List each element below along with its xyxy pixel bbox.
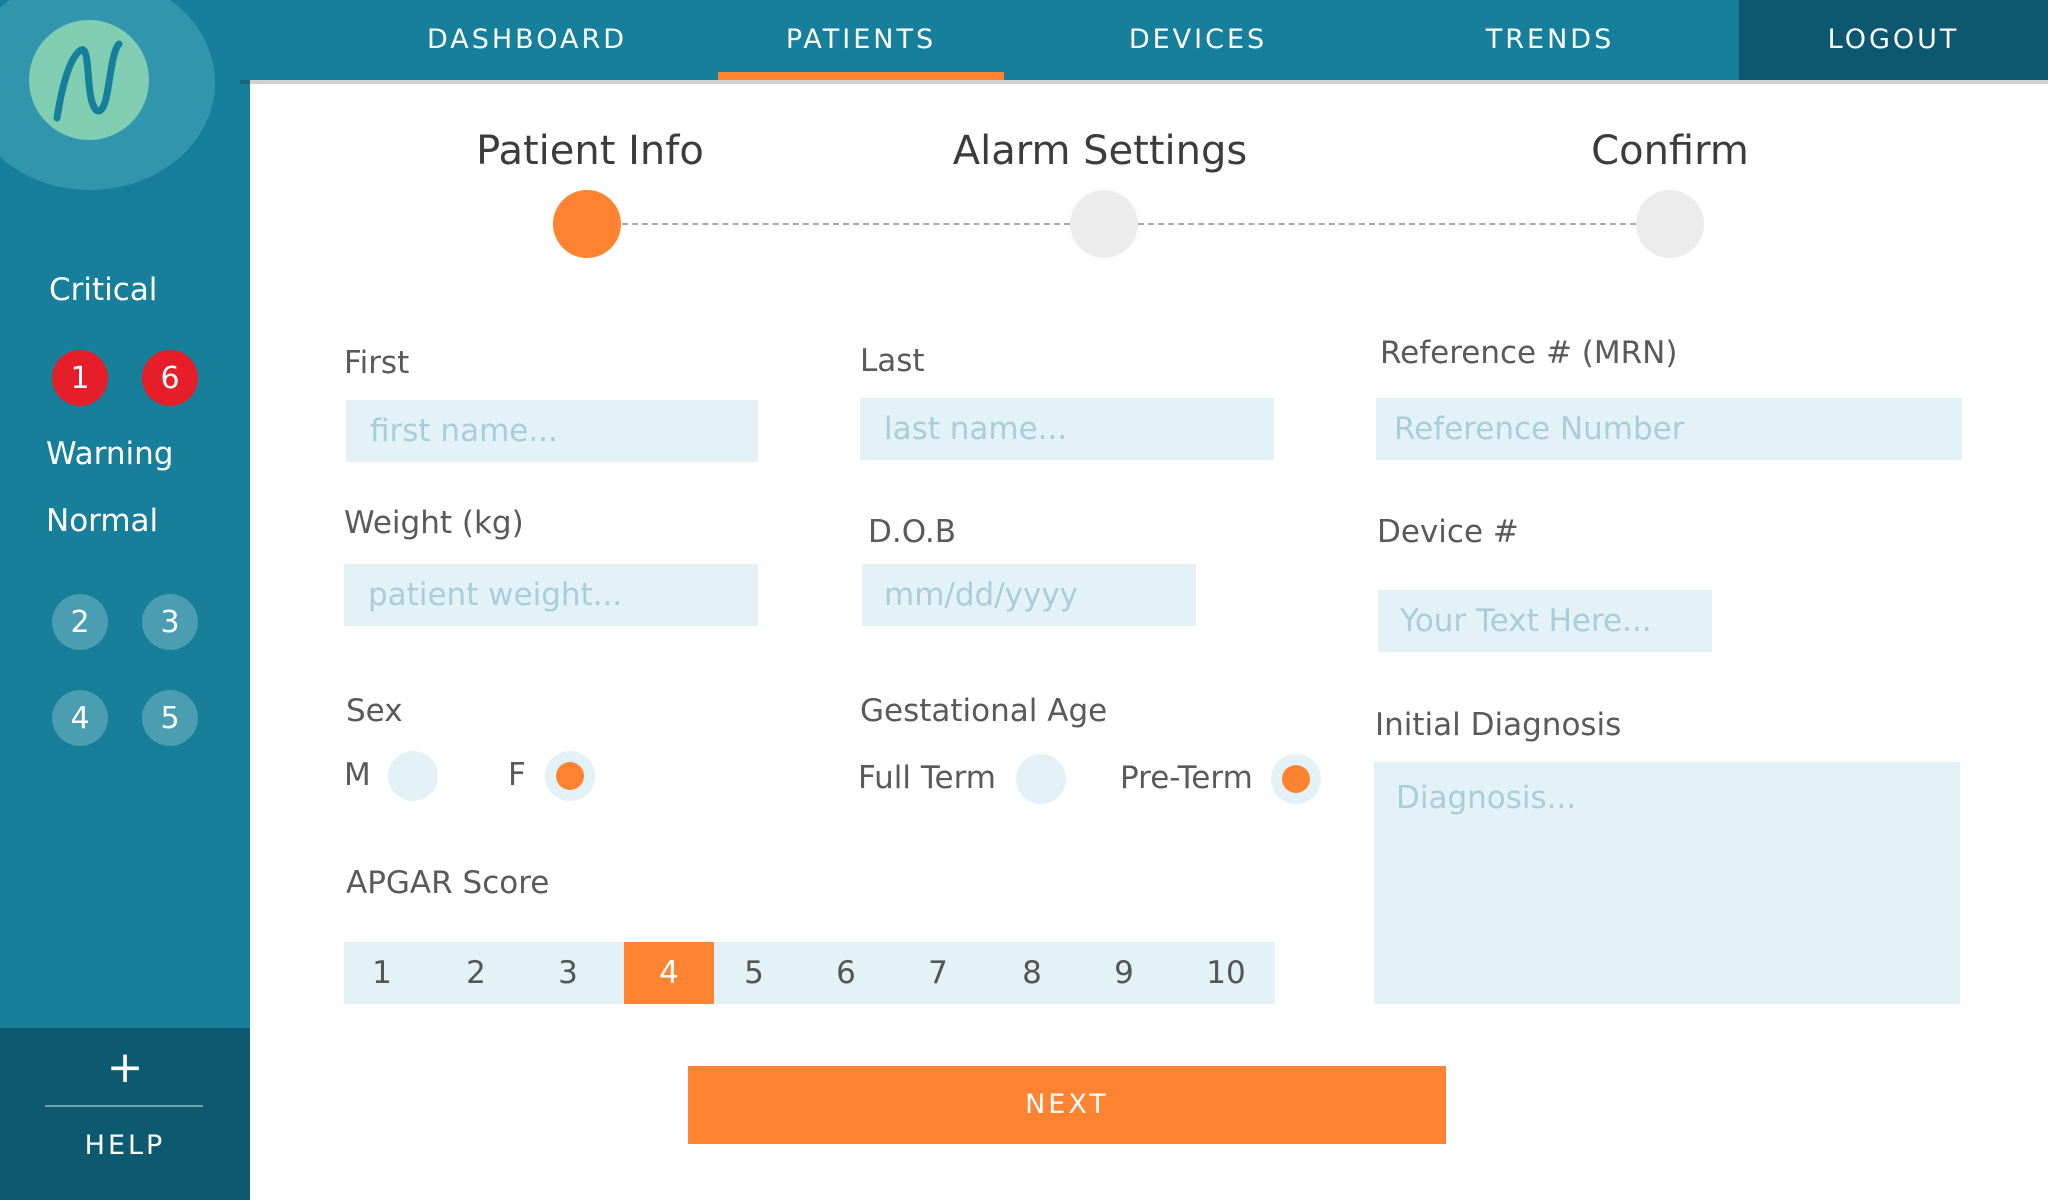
normal-patient-badge[interactable]: 4 — [52, 690, 108, 746]
help-button[interactable]: HELP — [0, 1130, 250, 1161]
device-label: Device # — [1377, 514, 1519, 550]
radio-selected-dot — [1282, 765, 1310, 793]
apgar-option[interactable]: 10 — [1186, 942, 1266, 1004]
step-connector — [1138, 223, 1636, 225]
device-number-input[interactable] — [1378, 590, 1712, 652]
nav-patients[interactable]: PATIENTS — [718, 0, 1004, 80]
apgar-option-selected[interactable]: 4 — [624, 942, 714, 1004]
step-title-alarm-settings: Alarm Settings — [952, 128, 1248, 174]
normal-patient-badge[interactable]: 5 — [142, 690, 198, 746]
sex-f-radio[interactable] — [545, 751, 595, 801]
apgar-option[interactable]: 7 — [900, 942, 976, 1004]
step-indicator-patient-info[interactable] — [553, 190, 621, 258]
apgar-option[interactable]: 3 — [530, 942, 606, 1004]
weight-input[interactable] — [344, 564, 758, 626]
app-logo-icon[interactable] — [29, 20, 149, 140]
full-term-label: Full Term — [858, 760, 997, 796]
reference-label: Reference # (MRN) — [1380, 335, 1678, 371]
normal-label: Normal — [46, 503, 159, 539]
step-title-patient-info: Patient Info — [476, 128, 704, 174]
step-indicator-confirm[interactable] — [1636, 190, 1704, 258]
critical-patient-badge[interactable]: 1 — [52, 350, 108, 406]
last-name-input[interactable] — [860, 398, 1274, 460]
sex-option-m-label: M — [344, 757, 371, 793]
help-divider — [45, 1105, 203, 1107]
diagnosis-label: Initial Diagnosis — [1375, 707, 1622, 743]
reference-number-input[interactable] — [1376, 398, 1962, 460]
plus-icon[interactable]: + — [0, 1038, 250, 1098]
apgar-option[interactable]: 8 — [994, 942, 1070, 1004]
apgar-option[interactable]: 5 — [716, 942, 792, 1004]
critical-patient-badge[interactable]: 6 — [142, 350, 198, 406]
sex-m-radio[interactable] — [388, 751, 438, 801]
apgar-option[interactable]: 6 — [808, 942, 884, 1004]
dob-label: D.O.B — [868, 514, 956, 550]
active-tab-indicator — [718, 72, 1004, 80]
first-name-label: First — [344, 345, 410, 381]
last-name-label: Last — [860, 343, 925, 379]
apgar-label: APGAR Score — [346, 865, 550, 901]
logout-button[interactable]: LOGOUT — [1739, 0, 2048, 80]
apgar-option[interactable]: 1 — [344, 942, 420, 1004]
step-connector — [622, 223, 1070, 225]
nav-dashboard[interactable]: DASHBOARD — [387, 0, 667, 80]
nav-trends[interactable]: TRENDS — [1410, 0, 1690, 80]
step-title-confirm: Confirm — [1591, 128, 1749, 174]
step-indicator-alarm-settings[interactable] — [1070, 190, 1138, 258]
apgar-option[interactable]: 2 — [438, 942, 514, 1004]
nav-devices[interactable]: DEVICES — [1058, 0, 1338, 80]
radio-selected-dot — [556, 762, 584, 790]
first-name-input[interactable] — [346, 400, 758, 462]
dob-input[interactable] — [862, 564, 1196, 626]
apgar-option[interactable]: 9 — [1086, 942, 1162, 1004]
normal-patient-badge[interactable]: 2 — [52, 594, 108, 650]
gestational-age-label: Gestational Age — [860, 693, 1108, 729]
pre-term-label: Pre-Term — [1120, 760, 1253, 796]
sex-label: Sex — [346, 693, 403, 729]
full-term-radio[interactable] — [1016, 754, 1066, 804]
next-button[interactable]: NEXT — [688, 1066, 1446, 1144]
diagnosis-textarea[interactable] — [1374, 762, 1960, 1004]
weight-label: Weight (kg) — [344, 505, 524, 541]
pre-term-radio[interactable] — [1271, 754, 1321, 804]
normal-patient-badge[interactable]: 3 — [142, 594, 198, 650]
warning-label: Warning — [46, 436, 174, 472]
nav-shadow — [240, 80, 2048, 84]
sex-option-f-label: F — [508, 757, 526, 793]
critical-label: Critical — [49, 272, 158, 308]
